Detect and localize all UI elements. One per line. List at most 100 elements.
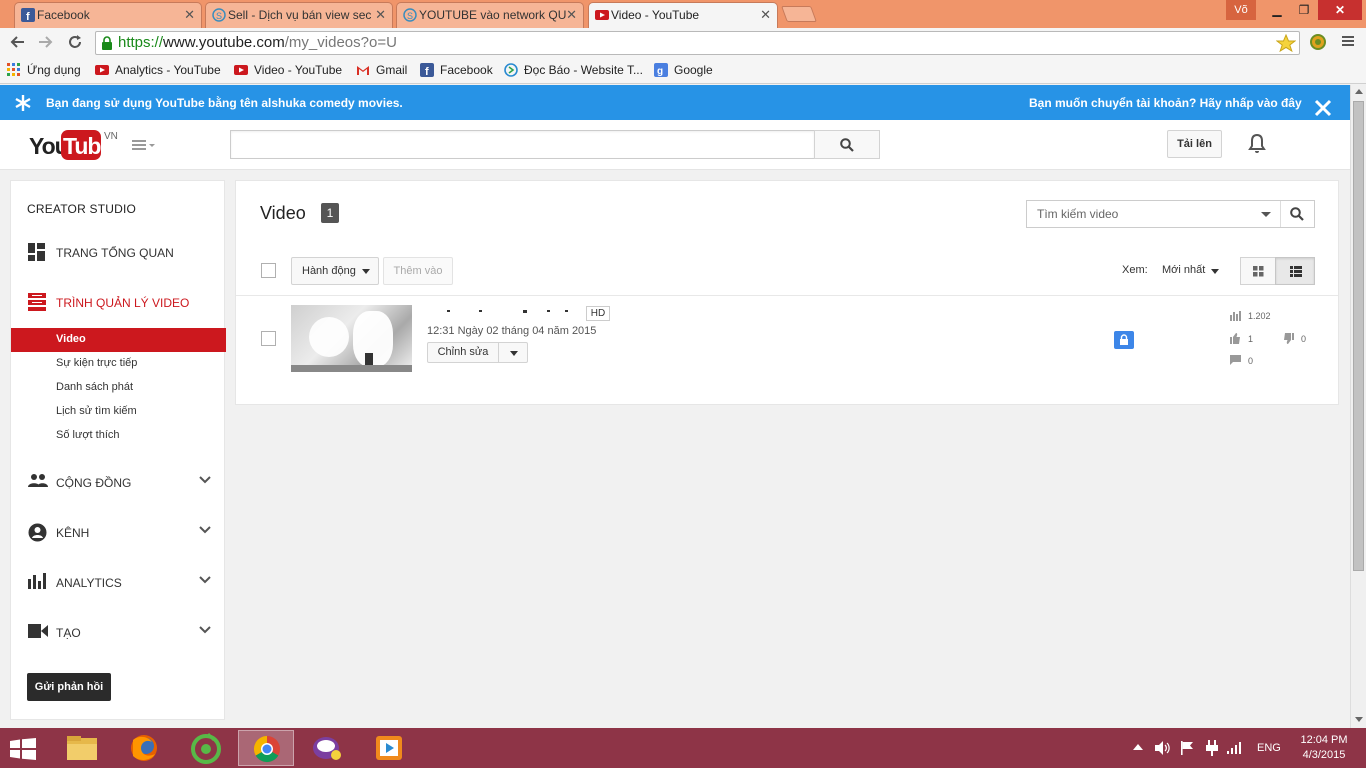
add-to-button[interactable]: Thêm vào xyxy=(383,257,453,285)
tab-title: Sell - Dịch vụ bán view sec xyxy=(228,8,372,22)
actions-dropdown[interactable]: Hành động xyxy=(291,257,379,285)
volume-icon[interactable] xyxy=(1155,741,1171,755)
menu-icon[interactable] xyxy=(1340,33,1356,49)
video-row-checkbox[interactable] xyxy=(261,331,276,346)
nav-community[interactable]: CỘNG ĐỒNG xyxy=(28,474,218,492)
creator-studio-sidebar: CREATOR STUDIO TRANG TỔNG QUAN TRÌNH QUẢ… xyxy=(10,180,226,720)
page-scrollbar[interactable] xyxy=(1350,85,1366,728)
grid-view-button[interactable] xyxy=(1240,257,1276,285)
bookmark-apps[interactable]: Ứng dụng xyxy=(7,62,81,78)
new-tab-button[interactable] xyxy=(781,6,817,22)
forward-arrow-icon[interactable] xyxy=(37,33,55,51)
edit-button[interactable]: Chỉnh sửa xyxy=(427,342,499,363)
windows-start-icon[interactable] xyxy=(10,738,36,760)
close-tab-icon[interactable]: ✕ xyxy=(375,3,386,27)
bookmark-google[interactable]: g Google xyxy=(654,62,713,78)
sub-item-live-events[interactable]: Sự kiện trực tiếp xyxy=(56,356,137,370)
star-icon xyxy=(14,94,32,112)
browser-toolbar: https://www.youtube.com/my_videos?o=U xyxy=(0,28,1366,58)
input-language[interactable]: ENG xyxy=(1257,742,1281,754)
video-row: HD 12:31 Ngày 02 tháng 04 năm 2015 Chỉnh… xyxy=(236,296,1338,381)
media-player-icon[interactable] xyxy=(362,730,418,766)
youtube-icon xyxy=(595,8,609,22)
firefox-icon[interactable] xyxy=(117,730,173,766)
sort-dropdown[interactable]: Mới nhất xyxy=(1162,264,1220,276)
bookmark-star-icon[interactable] xyxy=(1276,34,1296,52)
youtube-header: You Tube VN Tải lên xyxy=(0,120,1350,170)
tab-facebook[interactable]: f Facebook ✕ xyxy=(14,2,202,28)
bookmark-facebook[interactable]: f Facebook xyxy=(420,62,493,78)
edit-options-dropdown[interactable] xyxy=(498,342,528,363)
address-bar[interactable]: https://www.youtube.com/my_videos?o=U xyxy=(95,31,1300,55)
chevron-down-icon[interactable] xyxy=(199,476,211,484)
switch-account-link[interactable]: Bạn muốn chuyển tài khoản? Hãy nhấp vào … xyxy=(1029,96,1302,110)
search-input[interactable] xyxy=(230,130,815,159)
chevron-down-icon[interactable] xyxy=(199,526,211,534)
back-arrow-icon[interactable] xyxy=(8,33,26,51)
dashboard-icon xyxy=(28,243,46,261)
coccoc-browser-icon[interactable] xyxy=(178,730,234,766)
tab-youtube-network[interactable]: S YOUTUBE vào network QU ✕ xyxy=(396,2,584,28)
upload-button[interactable]: Tải lên xyxy=(1167,130,1222,158)
nav-analytics[interactable]: ANALYTICS xyxy=(28,573,218,592)
sub-item-playlists[interactable]: Danh sách phát xyxy=(56,380,133,394)
privacy-private-icon[interactable] xyxy=(1114,331,1134,349)
select-all-checkbox[interactable] xyxy=(261,263,276,278)
video-camera-icon xyxy=(28,623,48,639)
chevron-down-icon[interactable] xyxy=(199,626,211,634)
close-banner-icon[interactable] xyxy=(1312,97,1334,119)
account-circle-icon xyxy=(28,523,47,542)
clock-time: 12:04 PM xyxy=(1300,734,1348,746)
sub-item-video[interactable]: Video xyxy=(11,328,226,352)
yahoo-messenger-icon[interactable] xyxy=(300,730,356,766)
search-icon[interactable] xyxy=(1290,207,1304,221)
sub-item-search-history[interactable]: Lịch sử tìm kiếm xyxy=(56,404,137,418)
window-close-button[interactable]: ✕ xyxy=(1318,0,1362,20)
scroll-up-arrow-icon[interactable] xyxy=(1355,89,1363,94)
views-icon xyxy=(1230,311,1242,321)
send-feedback-button[interactable]: Gửi phản hồi xyxy=(27,673,111,701)
video-title-redacted[interactable] xyxy=(427,310,587,313)
video-search-field[interactable]: Tìm kiếm video xyxy=(1026,200,1315,228)
tab-sell[interactable]: S Sell - Dịch vụ bán view sec ✕ xyxy=(205,2,393,28)
close-tab-icon[interactable]: ✕ xyxy=(184,3,195,27)
caret-down-icon[interactable] xyxy=(1261,212,1271,218)
creator-studio-title: CREATOR STUDIO xyxy=(27,202,137,216)
sub-item-likes[interactable]: Số lượt thích xyxy=(56,428,120,442)
network-signal-icon[interactable] xyxy=(1227,742,1243,754)
power-plug-icon[interactable] xyxy=(1205,740,1219,756)
comment-icon xyxy=(1230,355,1241,365)
chrome-icon[interactable] xyxy=(238,730,294,766)
extension-icon[interactable] xyxy=(1308,32,1328,52)
bookmark-doc-bao[interactable]: Đọc Báo - Website T... xyxy=(504,62,643,78)
list-view-button[interactable] xyxy=(1275,257,1315,285)
nav-channel[interactable]: KÊNH xyxy=(28,523,218,542)
caret-down-icon xyxy=(510,351,518,356)
video-thumbnail[interactable] xyxy=(291,305,412,372)
minimize-button[interactable]: ▁ xyxy=(1262,0,1292,20)
reload-icon[interactable] xyxy=(66,33,84,51)
close-tab-icon[interactable]: ✕ xyxy=(760,3,771,27)
comments-count: 0 xyxy=(1248,356,1254,366)
search-button[interactable] xyxy=(814,130,880,159)
maximize-button[interactable]: ❐ xyxy=(1290,0,1318,20)
guide-menu-icon[interactable] xyxy=(132,139,158,153)
close-tab-icon[interactable]: ✕ xyxy=(566,3,577,27)
action-center-flag-icon[interactable] xyxy=(1180,741,1194,755)
scrollbar-thumb[interactable] xyxy=(1353,101,1364,571)
video-count-badge: 1 xyxy=(321,203,339,223)
nav-dashboard[interactable]: TRANG TỔNG QUAN xyxy=(28,243,218,262)
notification-bell-icon[interactable] xyxy=(1247,133,1267,155)
file-explorer-icon[interactable] xyxy=(55,730,111,766)
scroll-down-arrow-icon[interactable] xyxy=(1355,717,1363,722)
tab-video-youtube[interactable]: Video - YouTube ✕ xyxy=(588,2,778,28)
system-clock[interactable]: 12:04 PM 4/3/2015 xyxy=(1296,733,1352,763)
bookmark-video-youtube[interactable]: Video - YouTube xyxy=(234,62,342,78)
nav-create[interactable]: TẠO xyxy=(28,624,218,642)
profile-badge[interactable]: Võ xyxy=(1226,0,1256,20)
nav-video-manager[interactable]: TRÌNH QUẢN LÝ VIDEO xyxy=(28,293,218,312)
bookmark-analytics-youtube[interactable]: Analytics - YouTube xyxy=(95,62,221,78)
bookmark-gmail[interactable]: Gmail xyxy=(356,62,407,78)
show-hidden-icons-icon[interactable] xyxy=(1133,744,1143,750)
chevron-down-icon[interactable] xyxy=(199,576,211,584)
